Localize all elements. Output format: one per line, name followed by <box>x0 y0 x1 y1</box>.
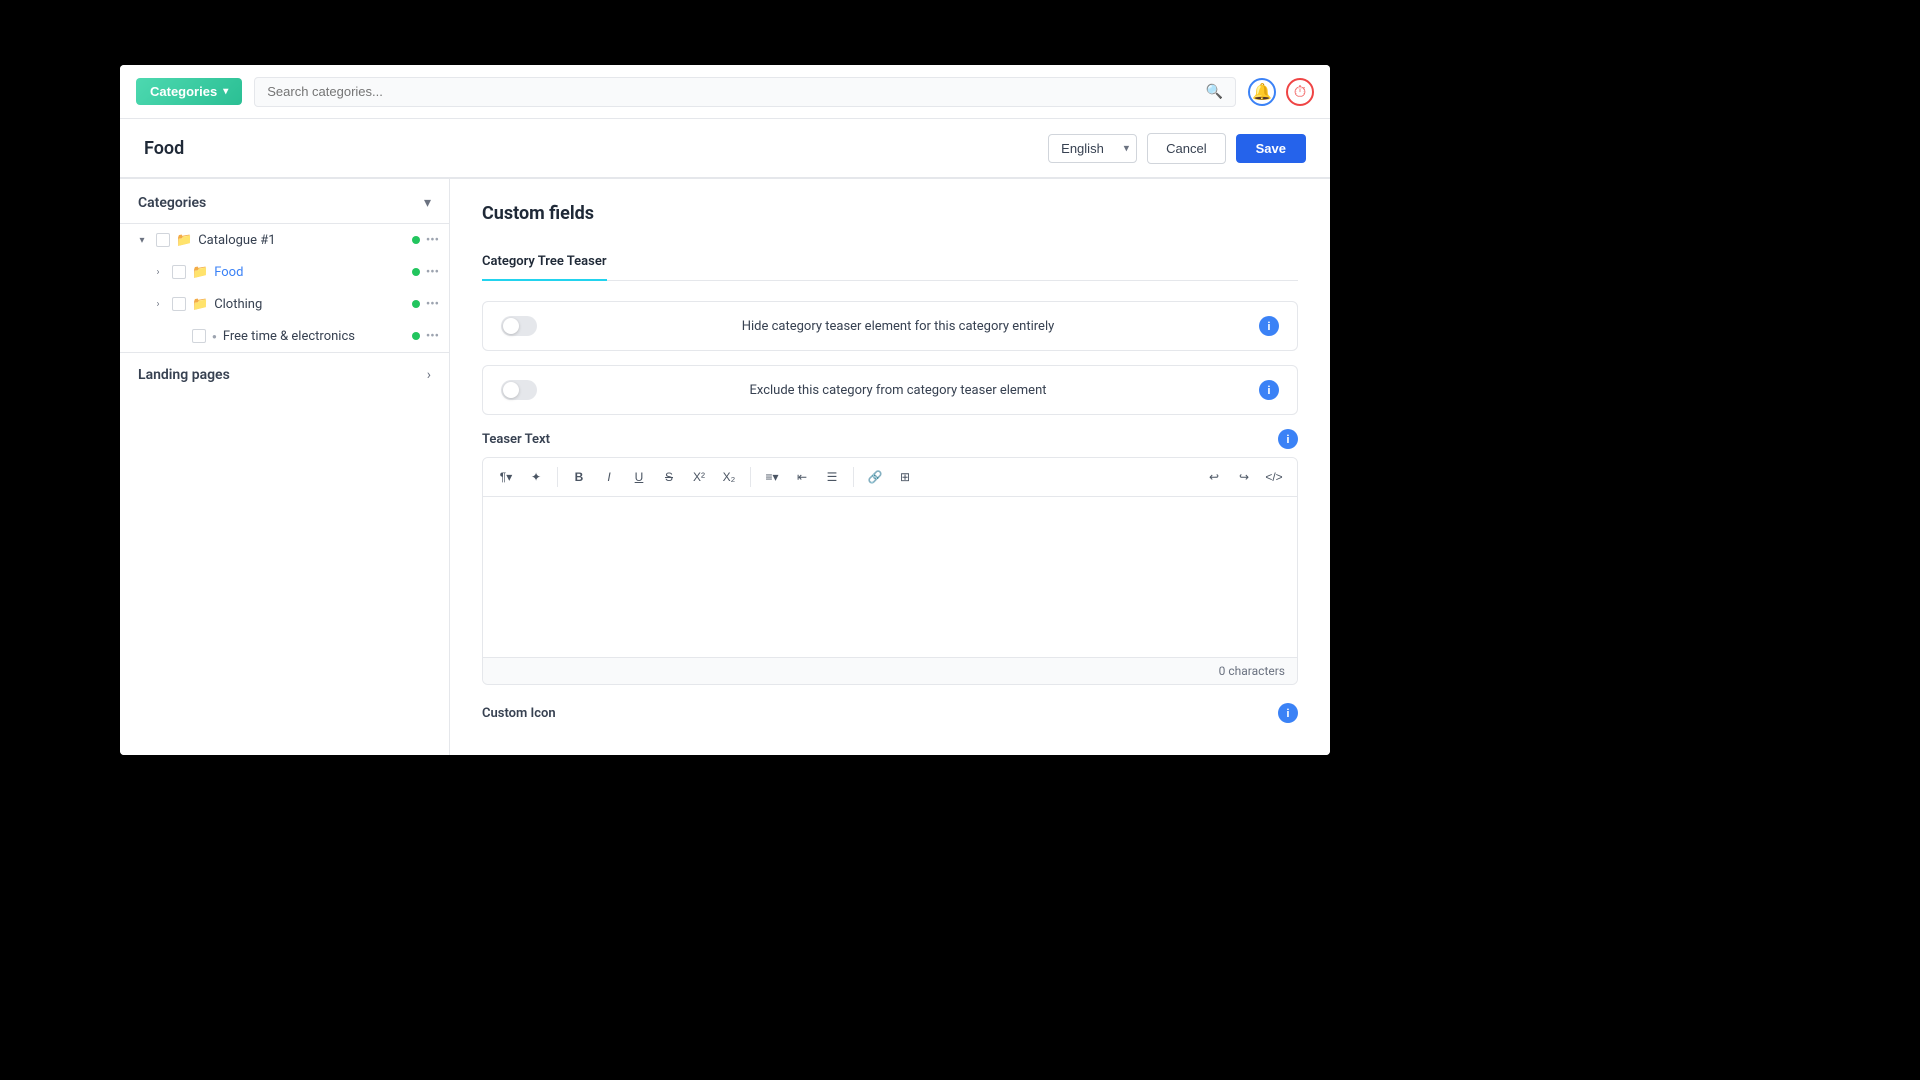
categories-collapse-icon[interactable]: ▾ <box>424 195 431 211</box>
sidebar: Categories ▾ ▾ 📁 Catalogue #1 ••• › 📁 Fo… <box>120 179 450 755</box>
landing-pages-title: Landing pages <box>138 367 427 383</box>
checkbox-catalogue1[interactable] <box>156 233 170 247</box>
item-label-clothing: Clothing <box>214 297 412 312</box>
circle-icon-free-time: ● <box>212 332 217 341</box>
toolbar-source-btn[interactable]: </> <box>1261 464 1287 490</box>
clock-icon[interactable]: ⏱ <box>1286 78 1314 106</box>
rich-text-editor: ¶▾ ✦ B I U S X² X₂ ≡▾ ⇤ ☰ 🔗 ⊞ <box>482 457 1298 685</box>
tab-category-tree-teaser[interactable]: Category Tree Teaser <box>482 244 607 281</box>
top-nav: Categories ▾ 🔍 🔔 ⏱ <box>120 65 1330 119</box>
categories-button[interactable]: Categories ▾ <box>136 78 242 105</box>
search-bar: 🔍 <box>254 77 1236 107</box>
cancel-button[interactable]: Cancel <box>1147 133 1225 164</box>
toolbar-undo-btn[interactable]: ↩ <box>1201 464 1227 490</box>
checkbox-clothing[interactable] <box>172 297 186 311</box>
toolbar-superscript-btn[interactable]: X² <box>686 464 712 490</box>
toolbar-underline-btn[interactable]: U <box>626 464 652 490</box>
custom-icon-section: Custom Icon i <box>482 703 1298 723</box>
more-icon-food[interactable]: ••• <box>426 265 439 280</box>
categories-section-header: Categories ▾ <box>120 179 449 224</box>
main-content: Categories ▾ ▾ 📁 Catalogue #1 ••• › 📁 Fo… <box>120 179 1330 755</box>
item-label-food: Food <box>214 265 412 280</box>
categories-title: Categories <box>138 195 206 211</box>
sub-header-actions: English German French Cancel Save <box>1048 133 1306 164</box>
language-select[interactable]: English German French <box>1048 134 1137 163</box>
status-dot-free-time <box>412 332 420 340</box>
right-panel: Custom fields Category Tree Teaser Hide … <box>450 179 1330 755</box>
expand-icon-clothing[interactable]: › <box>150 296 166 312</box>
expand-icon-catalogue1[interactable]: ▾ <box>134 232 150 248</box>
save-button[interactable]: Save <box>1236 134 1306 163</box>
toolbar-format-btn[interactable]: ✦ <box>523 464 549 490</box>
toolbar-divider-3 <box>853 467 854 487</box>
checkbox-free-time[interactable] <box>192 329 206 343</box>
toggle-exclude-category: Exclude this category from category teas… <box>482 365 1298 415</box>
toolbar-bold-btn[interactable]: B <box>566 464 592 490</box>
toolbar-link-btn[interactable]: 🔗 <box>862 464 888 490</box>
tree-item-clothing[interactable]: › 📁 Clothing ••• <box>120 288 449 320</box>
toolbar-paragraph-btn[interactable]: ¶▾ <box>493 464 519 490</box>
tree-item-catalogue1[interactable]: ▾ 📁 Catalogue #1 ••• <box>120 224 449 256</box>
editor-body[interactable] <box>483 497 1297 657</box>
sub-header: Food English German French Cancel Save <box>120 119 1330 179</box>
custom-icon-label: Custom Icon <box>482 706 556 721</box>
status-dot-food <box>412 268 420 276</box>
info-icon-teaser-text[interactable]: i <box>1278 429 1298 449</box>
status-dot-catalogue1 <box>412 236 420 244</box>
teaser-text-label: Teaser Text <box>482 432 550 447</box>
toolbar-divider-1 <box>557 467 558 487</box>
toggle-hide-category-teaser: Hide category teaser element for this ca… <box>482 301 1298 351</box>
search-input[interactable] <box>267 84 1197 99</box>
chevron-down-icon: ▾ <box>223 86 228 97</box>
more-icon-free-time[interactable]: ••• <box>426 329 439 344</box>
folder-icon-food: 📁 <box>192 265 208 280</box>
editor-toolbar: ¶▾ ✦ B I U S X² X₂ ≡▾ ⇤ ☰ 🔗 ⊞ <box>483 458 1297 497</box>
folder-icon-clothing: 📁 <box>192 297 208 312</box>
exclude-category-label: Exclude this category from category teas… <box>749 383 1046 398</box>
item-label-free-time: Free time & electronics <box>223 329 412 344</box>
checkbox-food[interactable] <box>172 265 186 279</box>
tree-item-free-time[interactable]: ● Free time & electronics ••• <box>120 320 449 352</box>
page-title: Food <box>144 138 184 159</box>
info-icon-custom-icon[interactable]: i <box>1278 703 1298 723</box>
toolbar-italic-btn[interactable]: I <box>596 464 622 490</box>
bell-icon[interactable]: 🔔 <box>1248 78 1276 106</box>
landing-pages-section[interactable]: Landing pages › <box>120 352 449 397</box>
expand-icon-free-time <box>170 328 186 344</box>
folder-icon-catalogue1: 📁 <box>176 233 192 248</box>
toolbar-redo-btn[interactable]: ↪ <box>1231 464 1257 490</box>
toggle-switch-hide[interactable] <box>501 316 537 336</box>
toggle-switch-exclude[interactable] <box>501 380 537 400</box>
info-icon-hide-teaser[interactable]: i <box>1259 316 1279 336</box>
search-icon: 🔍 <box>1206 84 1223 100</box>
tree-item-food[interactable]: › 📁 Food ••• <box>120 256 449 288</box>
editor-footer: 0 characters <box>483 657 1297 684</box>
landing-pages-chevron-icon[interactable]: › <box>427 367 431 383</box>
status-dot-clothing <box>412 300 420 308</box>
custom-fields-title: Custom fields <box>482 203 1298 224</box>
more-icon-catalogue1[interactable]: ••• <box>426 233 439 248</box>
toolbar-list-btn[interactable]: ☰ <box>819 464 845 490</box>
tabs: Category Tree Teaser <box>482 244 1298 281</box>
toolbar-subscript-btn[interactable]: X₂ <box>716 464 742 490</box>
exclude-category-actions: i <box>1259 380 1279 400</box>
toolbar-align-left-btn[interactable]: ≡▾ <box>759 464 785 490</box>
hide-teaser-actions: i <box>1259 316 1279 336</box>
language-select-wrap: English German French <box>1048 134 1137 163</box>
toolbar-indent-btn[interactable]: ⇤ <box>789 464 815 490</box>
character-count: 0 characters <box>1219 664 1285 678</box>
info-icon-exclude-category[interactable]: i <box>1259 380 1279 400</box>
more-icon-clothing[interactable]: ••• <box>426 297 439 312</box>
toolbar-table-btn[interactable]: ⊞ <box>892 464 918 490</box>
hide-teaser-label: Hide category teaser element for this ca… <box>742 319 1055 334</box>
toolbar-strikethrough-btn[interactable]: S <box>656 464 682 490</box>
nav-icons: 🔔 ⏱ <box>1248 78 1314 106</box>
categories-label: Categories <box>150 84 217 99</box>
expand-icon-food[interactable]: › <box>150 264 166 280</box>
item-label-catalogue1: Catalogue #1 <box>198 233 412 248</box>
teaser-text-header: Teaser Text i <box>482 429 1298 449</box>
toolbar-divider-2 <box>750 467 751 487</box>
